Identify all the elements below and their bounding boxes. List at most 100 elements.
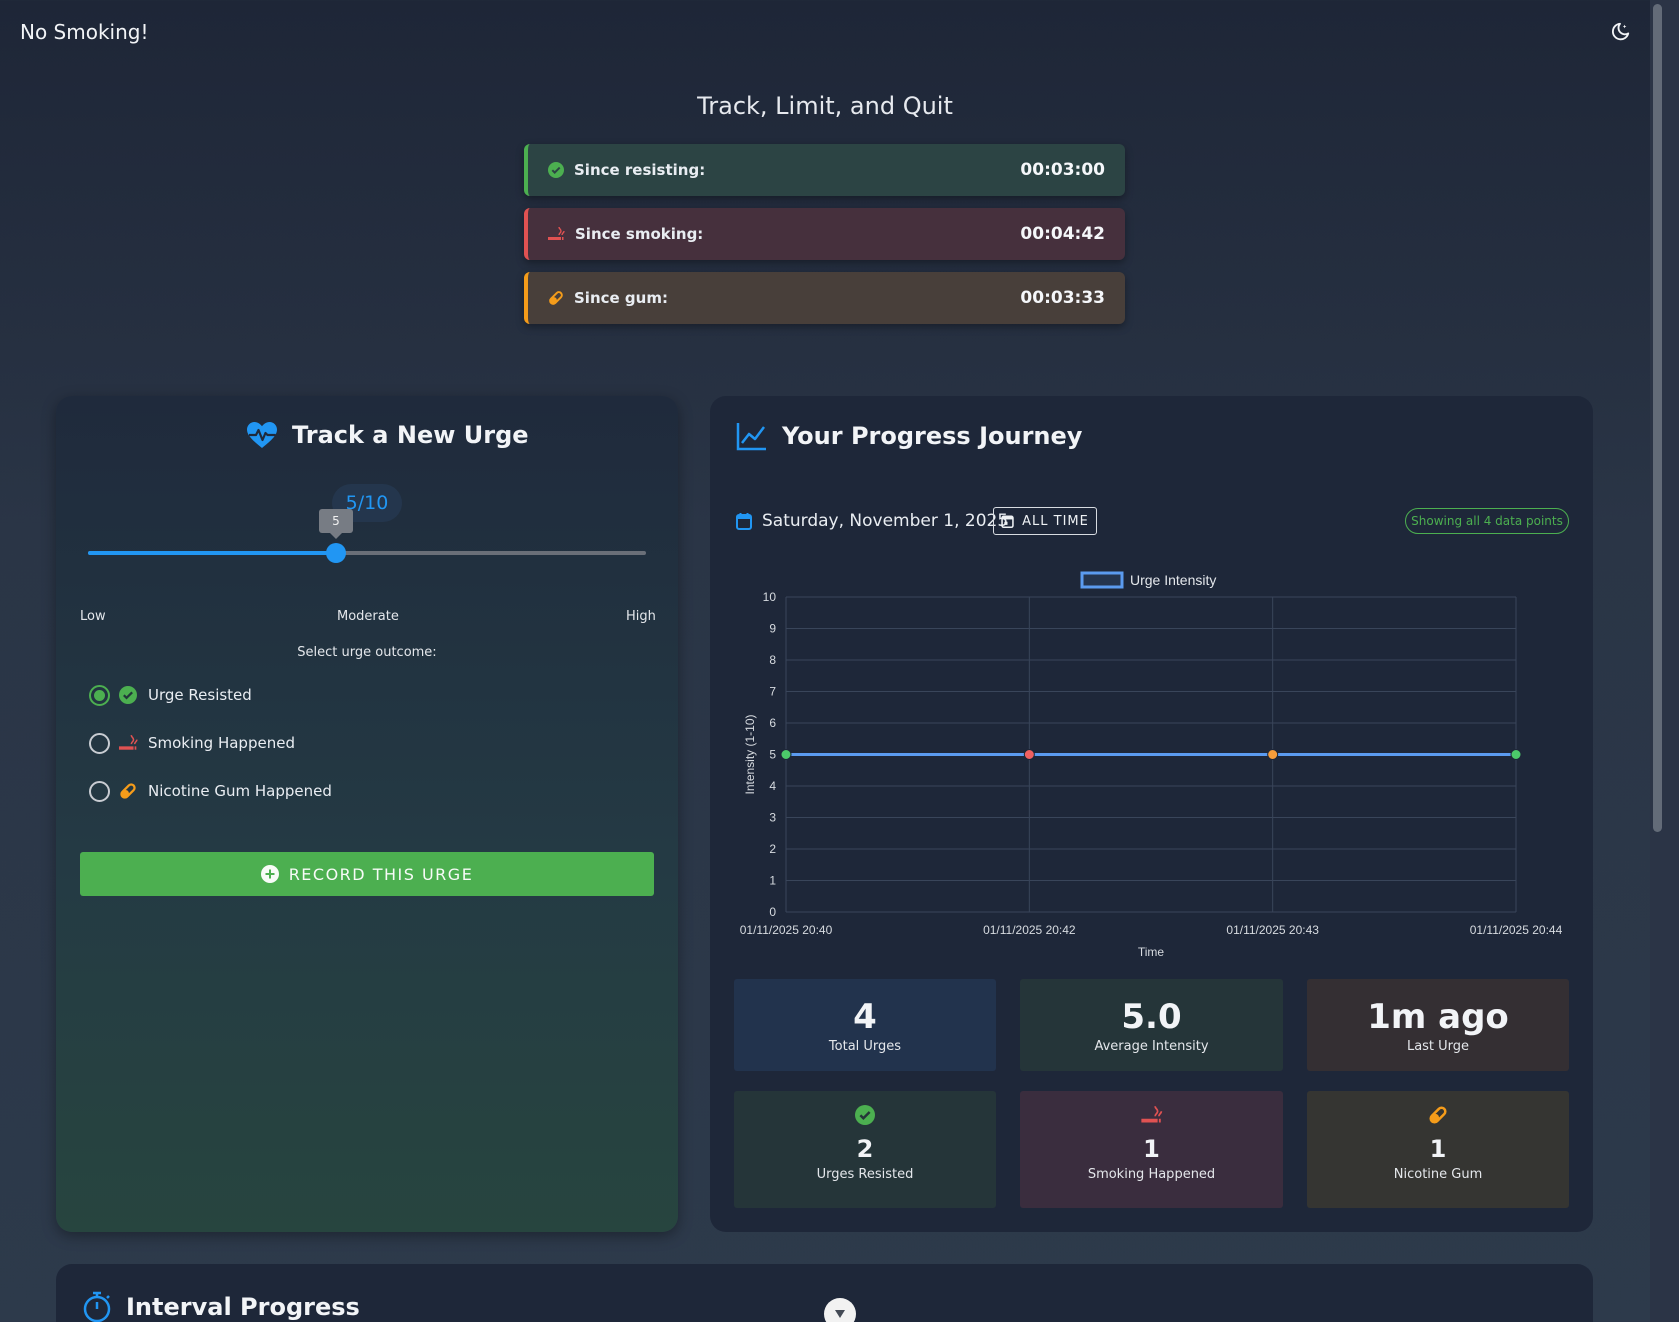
stat-label: Last Urge <box>1406 1039 1470 1054</box>
stopwatch-icon <box>83 1291 111 1322</box>
timer-label: Since gum: <box>574 289 668 307</box>
stat-label: Urges Resisted <box>816 1167 914 1182</box>
x-tick-label: 01/11/2025 20:40 <box>740 923 833 937</box>
stat-value: 1 <box>1143 1135 1160 1163</box>
scale-label-moderate: Moderate <box>337 609 399 624</box>
stat-last-urge: 1m ago Last Urge <box>1307 979 1569 1071</box>
stat-value: 5.0 <box>1121 997 1182 1037</box>
y-tick-label: 6 <box>769 716 776 730</box>
check-circle-icon <box>548 162 564 178</box>
app-bar: No Smoking! <box>0 0 1650 64</box>
scrollbar-thumb[interactable] <box>1653 4 1662 832</box>
stat-label: Total Urges <box>828 1039 902 1054</box>
calendar-icon <box>736 513 752 530</box>
timer-since-resisting: Since resisting: 00:03:00 <box>524 144 1125 196</box>
stat-label: Nicotine Gum <box>1393 1167 1483 1182</box>
outcome-label: Urge Resisted <box>148 686 252 704</box>
record-button-label: RECORD THIS URGE <box>288 864 474 884</box>
intensity-slider-fill <box>88 551 336 555</box>
record-urge-button[interactable]: RECORD THIS URGE <box>80 852 654 896</box>
data-point <box>1023 749 1035 760</box>
timer-since-smoking: Since smoking: 00:04:42 <box>524 208 1125 260</box>
y-axis-title: Intensity (1-10) <box>743 714 757 794</box>
interval-card-title: Interval Progress <box>126 1293 360 1321</box>
y-tick-label: 9 <box>769 622 776 636</box>
timer-label: Since smoking: <box>575 225 704 243</box>
progress-card-title: Your Progress Journey <box>782 422 1083 450</box>
stat-value: 1 <box>1429 1135 1447 1163</box>
intensity-slider-thumb[interactable] <box>326 543 346 563</box>
pill-icon <box>1429 1106 1447 1124</box>
x-tick-label: 01/11/2025 20:43 <box>1226 923 1319 937</box>
timer-since-gum: Since gum: 00:03:33 <box>524 272 1125 324</box>
outcome-option-gum[interactable]: Nicotine Gum Happened <box>89 777 332 805</box>
range-all-time-button[interactable]: ALL TIME <box>993 507 1097 535</box>
stat-label: Smoking Happened <box>1087 1167 1216 1182</box>
smoking-icon <box>1140 1106 1162 1123</box>
line-chart-icon <box>736 423 766 451</box>
y-tick-label: 4 <box>769 779 776 793</box>
outcome-label: Smoking Happened <box>148 734 295 752</box>
x-axis-title: Time <box>1138 945 1165 959</box>
stat-value: 4 <box>853 997 877 1037</box>
y-tick-label: 1 <box>769 874 776 888</box>
stat-total-urges: 4 Total Urges <box>734 979 996 1071</box>
urge-intensity-chart[interactable]: 0 1 2 3 4 5 6 7 8 9 10 01/11/2025 20:40 01/11/2025 2… <box>730 563 1575 963</box>
stat-smoking-happened: 1 Smoking Happened <box>1020 1091 1283 1208</box>
radio-button[interactable] <box>89 732 110 754</box>
x-tick-label: 01/11/2025 20:44 <box>1470 923 1563 937</box>
y-tick-label: 7 <box>769 685 776 699</box>
app-title: No Smoking! <box>20 20 149 44</box>
theme-toggle-button[interactable] <box>1606 18 1634 46</box>
check-circle-icon <box>119 686 137 704</box>
stat-urges-resisted: 2 Urges Resisted <box>734 1091 996 1208</box>
moon-icon <box>1611 22 1630 41</box>
stat-average-intensity: 5.0 Average Intensity <box>1020 979 1283 1071</box>
check-circle-icon <box>855 1105 875 1125</box>
outcome-option-smoking[interactable]: Smoking Happened <box>89 729 295 757</box>
smoking-icon <box>548 226 565 240</box>
plus-circle-icon <box>260 865 279 883</box>
data-point <box>1267 749 1279 760</box>
legend-label: Urge Intensity <box>1130 572 1216 588</box>
radio-button[interactable] <box>89 780 110 802</box>
track-card-title: Track a New Urge <box>292 421 529 449</box>
calendar-icon <box>1001 515 1014 528</box>
scale-label-high: High <box>626 609 656 624</box>
chevron-down-icon <box>835 1310 845 1318</box>
radio-button[interactable] <box>89 684 110 706</box>
current-date: Saturday, November 1, 2025 <box>762 511 1009 531</box>
timer-label: Since resisting: <box>574 161 706 179</box>
intensity-slider-tooltip: 5 <box>319 509 353 539</box>
y-tick-label: 0 <box>769 905 776 919</box>
smoking-icon <box>119 735 138 750</box>
tagline: Track, Limit, and Quit <box>697 92 953 120</box>
stat-nicotine-gum: 1 Nicotine Gum <box>1307 1091 1569 1208</box>
data-point <box>780 749 792 760</box>
data-point <box>1510 749 1522 760</box>
y-tick-label: 10 <box>763 590 777 604</box>
interval-card-header: Interval Progress <box>82 1291 360 1322</box>
timer-value: 00:03:33 <box>1020 288 1105 308</box>
y-tick-label: 3 <box>769 811 776 825</box>
progress-card-header: Your Progress Journey <box>736 421 1082 451</box>
stat-label: Average Intensity <box>1094 1039 1209 1054</box>
scale-label-low: Low <box>80 609 106 624</box>
heart-pulse-icon <box>247 422 277 448</box>
outcome-option-resisted[interactable]: Urge Resisted <box>89 681 252 709</box>
stat-value: 1m ago <box>1367 997 1509 1037</box>
outcome-prompt: Select urge outcome: <box>297 645 437 660</box>
y-tick-label: 5 <box>769 748 776 762</box>
y-tick-label: 8 <box>769 653 776 667</box>
scroll-down-button[interactable] <box>824 1298 856 1322</box>
date-row: Saturday, November 1, 2025 <box>736 507 1008 535</box>
track-card-header: Track a New Urge <box>246 421 529 449</box>
outcome-label: Nicotine Gum Happened <box>148 782 332 800</box>
range-button-label: ALL TIME <box>1022 513 1089 529</box>
timer-value: 00:03:00 <box>1020 160 1105 180</box>
pill-icon <box>120 783 136 799</box>
pill-icon <box>549 291 563 305</box>
x-tick-label: 01/11/2025 20:42 <box>983 923 1076 937</box>
legend-swatch <box>1080 571 1124 589</box>
timer-value: 00:04:42 <box>1020 224 1105 244</box>
